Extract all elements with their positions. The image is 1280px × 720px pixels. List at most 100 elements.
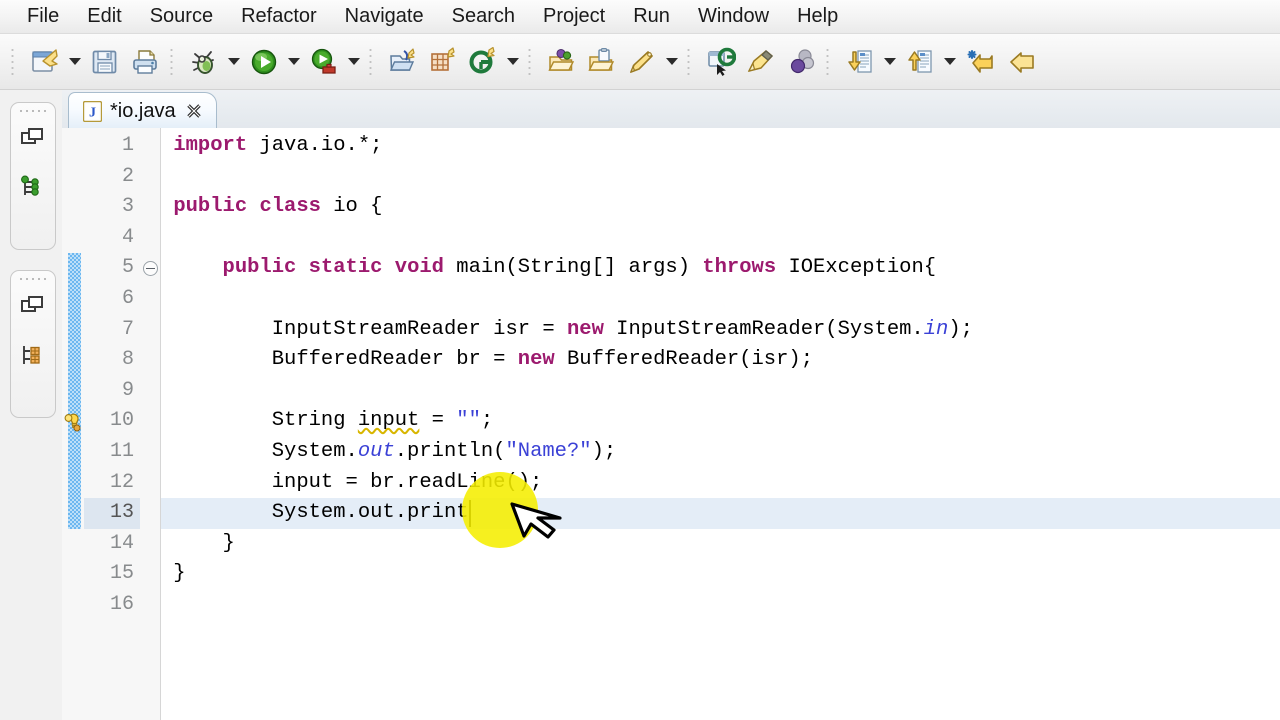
view-stack-grip[interactable] bbox=[18, 276, 48, 285]
main-toolbar bbox=[0, 34, 1280, 90]
chevron-down-icon[interactable] bbox=[940, 42, 960, 82]
highlighter-icon bbox=[746, 47, 776, 77]
menu-item-edit[interactable]: Edit bbox=[74, 3, 134, 30]
debug-last-launched-button[interactable] bbox=[701, 42, 741, 82]
open-task-button[interactable] bbox=[582, 42, 622, 82]
line-number: 7 bbox=[121, 317, 134, 341]
menu-item-file[interactable]: File bbox=[14, 3, 72, 30]
code-line: System.out.println("Name?"); bbox=[161, 440, 617, 463]
toolbar-group-grip[interactable] bbox=[685, 44, 694, 79]
debug-button[interactable] bbox=[184, 42, 224, 82]
code-line: public class io { bbox=[173, 195, 383, 219]
new-wizard-button[interactable] bbox=[25, 42, 65, 82]
line-number: 3 bbox=[121, 195, 134, 219]
menu-item-search[interactable]: Search bbox=[439, 3, 528, 30]
restore-icon[interactable] bbox=[16, 124, 50, 158]
search-button[interactable] bbox=[622, 42, 662, 82]
eclipse-window: File Edit Source Refactor Navigate Search Proj… bbox=[0, 0, 1280, 720]
line-number: 5 bbox=[121, 256, 134, 280]
menu-item-navigate[interactable]: Navigate bbox=[332, 3, 437, 30]
toolbar-group-grip[interactable] bbox=[9, 44, 18, 79]
line-number: 6 bbox=[121, 287, 134, 310]
toggle-mark-occurrences-button[interactable] bbox=[741, 42, 781, 82]
line-number: 16 bbox=[109, 593, 134, 616]
change-bar bbox=[68, 253, 81, 529]
fold-collapse-icon[interactable] bbox=[143, 261, 158, 277]
coverage-button[interactable] bbox=[781, 42, 821, 82]
menu-item-refactor[interactable]: Refactor bbox=[228, 3, 330, 30]
java-file-icon: J bbox=[82, 100, 102, 122]
package-icon bbox=[428, 46, 458, 77]
print-icon bbox=[130, 47, 160, 77]
toolbar-group-grip[interactable] bbox=[367, 44, 376, 79]
menu-item-window[interactable]: Window bbox=[685, 3, 782, 30]
chevron-down-icon[interactable] bbox=[284, 42, 304, 82]
open-task-icon bbox=[587, 47, 617, 77]
last-edit-location-icon bbox=[965, 47, 995, 77]
view-stack-grip[interactable] bbox=[18, 108, 48, 117]
run-play-icon bbox=[249, 47, 279, 77]
new-class-icon bbox=[468, 46, 498, 77]
package-explorer-icon[interactable] bbox=[16, 172, 50, 206]
menu-item-project[interactable]: Project bbox=[530, 3, 618, 30]
outline-tree-icon bbox=[20, 343, 46, 372]
chevron-down-icon[interactable] bbox=[224, 42, 244, 82]
marker-gutter[interactable] bbox=[62, 128, 85, 720]
chevron-down-icon[interactable] bbox=[880, 42, 900, 82]
print-button[interactable] bbox=[125, 42, 165, 82]
menu-item-run[interactable]: Run bbox=[620, 3, 683, 30]
editor-tab-io-java[interactable]: J *io.java bbox=[68, 92, 217, 129]
run-button[interactable] bbox=[244, 42, 284, 82]
save-button[interactable] bbox=[85, 42, 125, 82]
next-annotation-icon bbox=[845, 47, 875, 77]
menu-item-help[interactable]: Help bbox=[784, 3, 851, 30]
new-java-project-button[interactable] bbox=[383, 42, 423, 82]
code-text[interactable]: import java.io.*; public class io { publ… bbox=[161, 128, 1280, 720]
editor-area: J *io.java 1 2 3 4 5 6 7 8 9 10 11 12 13… bbox=[62, 90, 1280, 720]
line-number: 13 bbox=[109, 501, 134, 525]
warning-lightbulb-icon[interactable] bbox=[64, 410, 84, 432]
outline-icon[interactable] bbox=[16, 340, 50, 374]
code-line: } bbox=[161, 562, 186, 586]
new-package-button[interactable] bbox=[423, 42, 463, 82]
folding-ruler[interactable] bbox=[140, 128, 161, 720]
open-type-icon bbox=[547, 47, 577, 77]
code-line: input = br.readLine(); bbox=[161, 470, 543, 494]
chevron-down-icon[interactable] bbox=[65, 42, 85, 82]
close-icon[interactable] bbox=[184, 101, 204, 121]
java-project-icon bbox=[388, 47, 418, 77]
menu-item-source[interactable]: Source bbox=[137, 3, 226, 30]
line-number: 4 bbox=[121, 225, 134, 249]
outline-stack[interactable] bbox=[10, 270, 56, 418]
code-line: System.out.print bbox=[161, 501, 469, 525]
code-line: InputStreamReader isr = new InputStreamR… bbox=[161, 317, 973, 341]
new-file-icon bbox=[30, 47, 60, 77]
coverage-bubbles-icon bbox=[786, 47, 816, 77]
restore-icon[interactable] bbox=[16, 292, 50, 326]
code-line: } bbox=[161, 531, 235, 555]
toolbar-group-grip[interactable] bbox=[526, 44, 535, 79]
line-number-ruler: 1 2 3 4 5 6 7 8 9 10 11 12 13 14 15 16 bbox=[84, 128, 141, 720]
line-number: 10 bbox=[109, 409, 134, 433]
menu-bar: File Edit Source Refactor Navigate Search Proj… bbox=[0, 0, 1280, 34]
last-edit-location-button[interactable] bbox=[960, 42, 1000, 82]
toolbar-group-grip[interactable] bbox=[824, 44, 833, 79]
new-class-button[interactable] bbox=[463, 42, 503, 82]
back-button[interactable] bbox=[1000, 42, 1040, 82]
package-explorer-stack[interactable] bbox=[10, 102, 56, 250]
mouse-pointer-icon bbox=[504, 484, 566, 549]
chevron-down-icon[interactable] bbox=[662, 42, 682, 82]
line-number: 14 bbox=[109, 531, 134, 555]
next-annotation-button[interactable] bbox=[840, 42, 880, 82]
chevron-down-icon[interactable] bbox=[503, 42, 523, 82]
previous-annotation-button[interactable] bbox=[900, 42, 940, 82]
code-editor[interactable]: 1 2 3 4 5 6 7 8 9 10 11 12 13 14 15 16 import java.io.*… bbox=[62, 128, 1280, 720]
open-type-button[interactable] bbox=[542, 42, 582, 82]
chevron-down-icon[interactable] bbox=[344, 42, 364, 82]
run-external-tools-button[interactable] bbox=[304, 42, 344, 82]
toolbar-group-grip[interactable] bbox=[168, 44, 177, 79]
line-number: 1 bbox=[121, 134, 134, 157]
